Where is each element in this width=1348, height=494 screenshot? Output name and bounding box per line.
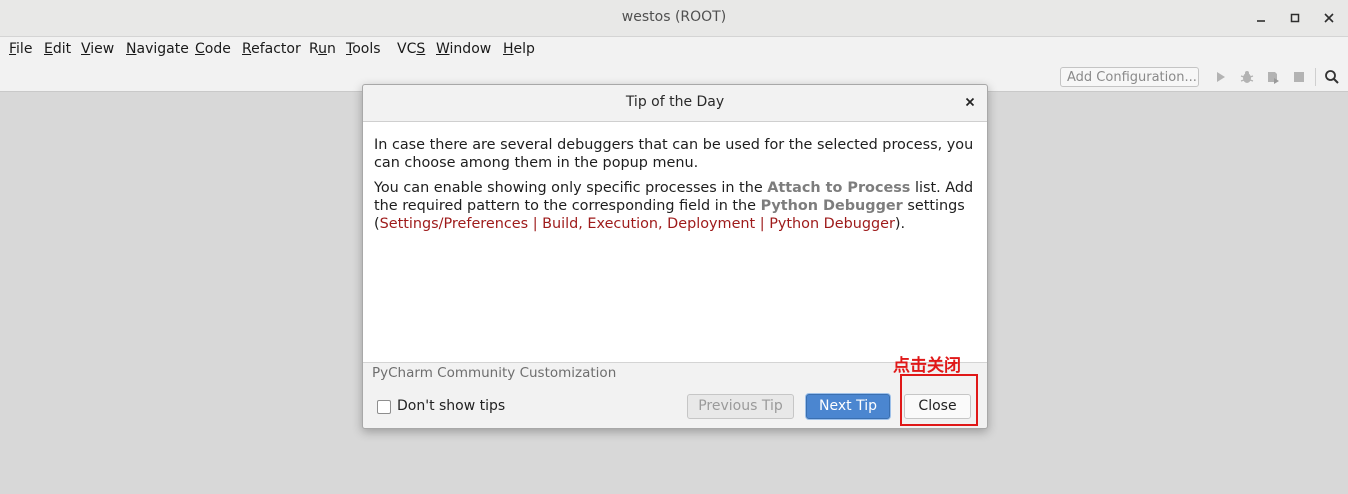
window-title-bar: westos (ROOT) [0,0,1348,37]
minimize-icon[interactable] [1253,10,1269,26]
menu-view[interactable]: View [81,41,114,57]
next-tip-button[interactable]: Next Tip [806,394,890,419]
tip-paragraph-1: In case there are several debuggers that… [374,137,974,171]
search-icon[interactable] [1324,69,1340,85]
highlight-python-debugger: Python Debugger [760,198,903,214]
window-title: westos (ROOT) [621,9,727,25]
annotation-label: 点击关闭 [893,356,961,376]
coverage-icon[interactable] [1265,69,1281,85]
previous-tip-button[interactable]: Previous Tip [687,394,794,419]
dont-show-tips-label[interactable]: Don't show tips [397,398,505,414]
dialog-title: Tip of the Day [363,85,987,122]
menu-vcs[interactable]: VCS [397,41,425,57]
tip-paragraph-2: You can enable showing only specific pro… [374,180,974,232]
maximize-icon[interactable] [1287,10,1303,26]
toolbar-separator [1315,68,1316,86]
menu-bar: File Edit View Navigate Code Refactor Ru… [0,37,1348,63]
menu-file[interactable]: File [9,41,32,57]
menu-refactor[interactable]: Refactor [242,41,301,57]
menu-tools[interactable]: Tools [346,41,381,57]
menu-code[interactable]: Code [195,41,231,57]
menu-run[interactable]: Run [309,41,336,57]
settings-path-link[interactable]: Settings/Preferences | Build, Execution,… [380,216,895,232]
dont-show-tips-checkbox[interactable] [377,400,391,414]
close-icon[interactable] [1321,10,1337,26]
tip-content-panel: In case there are several debuggers that… [363,122,987,363]
stop-icon[interactable] [1291,69,1307,85]
tip-text: In case there are several debuggers that… [374,136,976,240]
dialog-close-icon[interactable] [962,94,978,110]
tip-of-the-day-dialog: Tip of the Day In case there are several… [362,84,988,429]
highlight-attach-to-process: Attach to Process [767,180,911,196]
menu-navigate[interactable]: Navigate [126,41,189,57]
debug-icon[interactable] [1239,69,1255,85]
menu-edit[interactable]: Edit [44,41,71,57]
menu-help[interactable]: Help [503,41,535,57]
menu-window[interactable]: Window [436,41,491,57]
run-icon[interactable] [1213,69,1229,85]
annotation-highlight-box [900,374,978,426]
add-configuration-button[interactable]: Add Configuration... [1060,67,1199,87]
product-label: PyCharm Community Customization [372,365,617,381]
